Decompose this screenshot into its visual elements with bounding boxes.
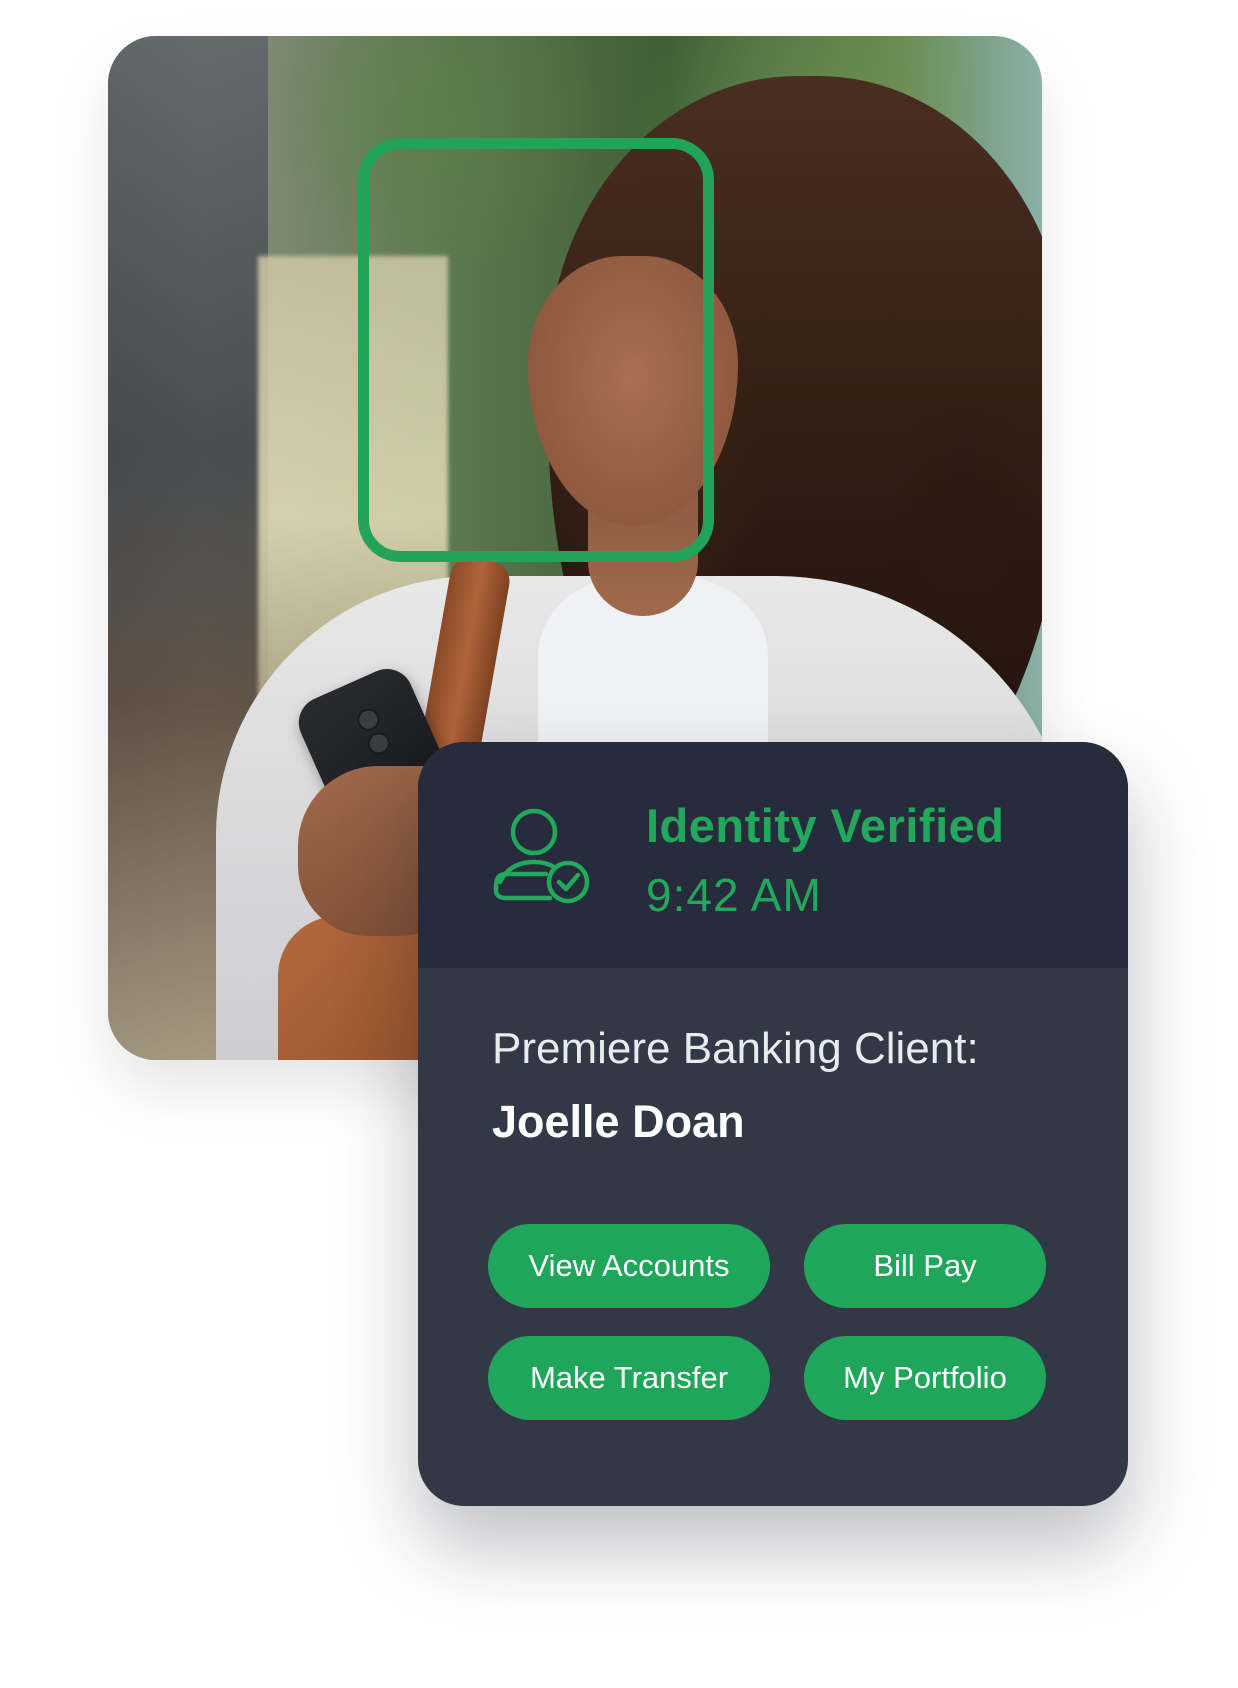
client-label: Premiere Banking Client: — [492, 1024, 979, 1073]
camera-lens-icon — [364, 728, 394, 758]
my-portfolio-button[interactable]: My Portfolio — [804, 1336, 1046, 1420]
make-transfer-button[interactable]: Make Transfer — [488, 1336, 770, 1420]
client-name: Joelle Doan — [492, 1096, 745, 1147]
face-detection-frame — [358, 138, 714, 562]
verification-time: 9:42 AM — [646, 869, 822, 921]
camera-lens-icon — [353, 705, 383, 735]
view-accounts-button[interactable]: View Accounts — [488, 1224, 770, 1308]
identity-card-header: Identity Verified 9:42 AM — [418, 742, 1128, 968]
identity-card: Identity Verified 9:42 AM Premiere Banki… — [418, 742, 1128, 1506]
user-check-icon — [493, 808, 590, 904]
identity-status: Identity Verified — [646, 799, 1005, 852]
bill-pay-button[interactable]: Bill Pay — [804, 1224, 1046, 1308]
